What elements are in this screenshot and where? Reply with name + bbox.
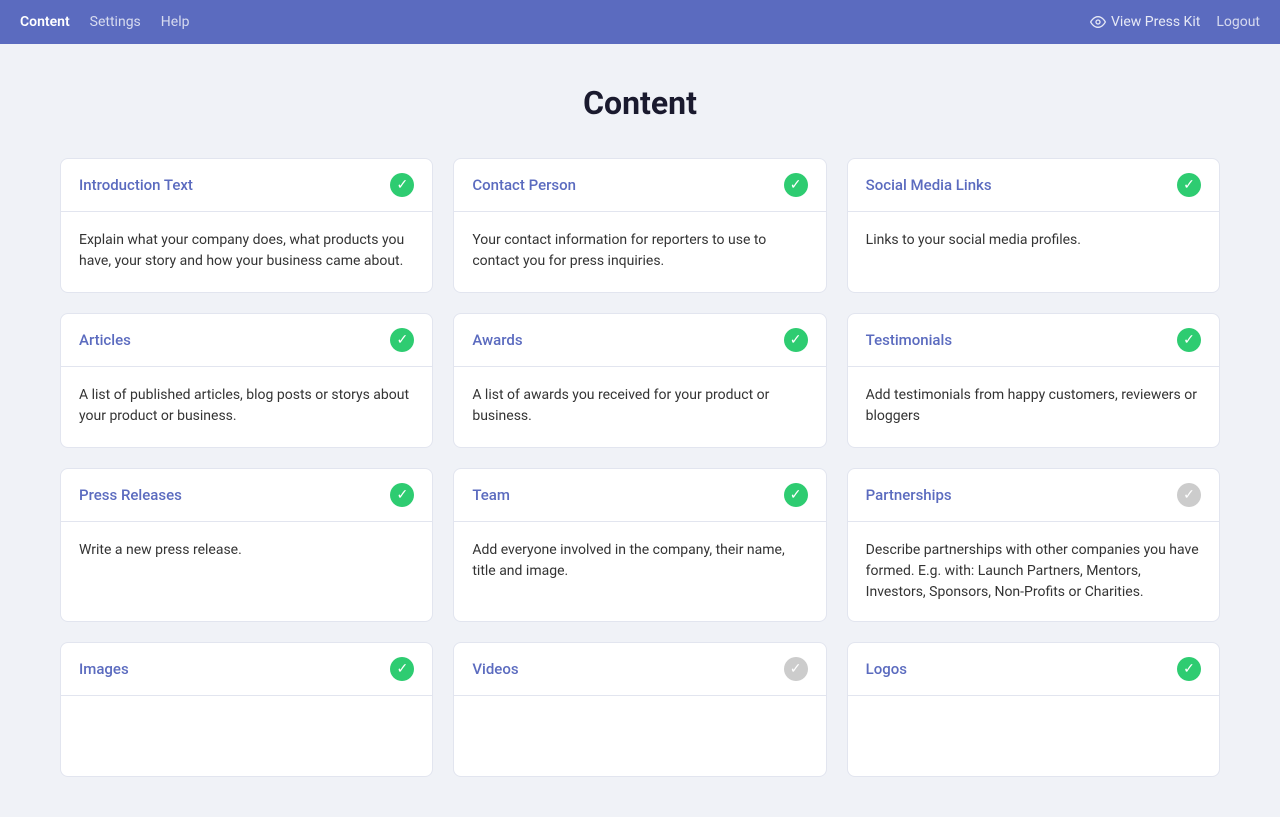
card-body-introduction-text: Explain what your company does, what pro… xyxy=(61,212,432,292)
card-images[interactable]: Images ✓ xyxy=(60,642,433,777)
status-icon-press-releases: ✓ xyxy=(390,483,414,507)
card-articles[interactable]: Articles ✓ A list of published articles,… xyxy=(60,313,433,448)
card-title-articles: Articles xyxy=(79,331,131,349)
card-header-press-releases: Press Releases ✓ xyxy=(61,469,432,522)
card-body-team: Add everyone involved in the company, th… xyxy=(454,522,825,602)
nav-left: Content Settings Help xyxy=(20,14,189,30)
card-title-partnerships: Partnerships xyxy=(866,486,952,504)
status-icon-videos: ✓ xyxy=(784,657,808,681)
view-press-kit-label: View Press Kit xyxy=(1111,14,1200,30)
status-icon-introduction-text: ✓ xyxy=(390,173,414,197)
status-icon-partnerships: ✓ xyxy=(1177,483,1201,507)
status-icon-awards: ✓ xyxy=(784,328,808,352)
status-icon-team: ✓ xyxy=(784,483,808,507)
card-title-videos: Videos xyxy=(472,660,518,678)
card-title-awards: Awards xyxy=(472,331,522,349)
card-logos[interactable]: Logos ✓ xyxy=(847,642,1220,777)
card-body-testimonials: Add testimonials from happy customers, r… xyxy=(848,367,1219,447)
card-contact-person[interactable]: Contact Person ✓ Your contact informatio… xyxy=(453,158,826,293)
card-title-team: Team xyxy=(472,486,510,504)
card-body-partnerships: Describe partnerships with other compani… xyxy=(848,522,1219,621)
card-header-awards: Awards ✓ xyxy=(454,314,825,367)
card-introduction-text[interactable]: Introduction Text ✓ Explain what your co… xyxy=(60,158,433,293)
content-grid: Introduction Text ✓ Explain what your co… xyxy=(60,158,1220,777)
card-body-awards: A list of awards you received for your p… xyxy=(454,367,825,447)
nav-logout[interactable]: Logout xyxy=(1216,14,1260,30)
card-title-testimonials: Testimonials xyxy=(866,331,952,349)
card-social-media-links[interactable]: Social Media Links ✓ Links to your socia… xyxy=(847,158,1220,293)
status-icon-articles: ✓ xyxy=(390,328,414,352)
card-body-logos xyxy=(848,696,1219,776)
card-header-partnerships: Partnerships ✓ xyxy=(848,469,1219,522)
navbar: Content Settings Help View Press Kit Log… xyxy=(0,0,1280,44)
card-body-videos xyxy=(454,696,825,776)
card-videos[interactable]: Videos ✓ xyxy=(453,642,826,777)
card-title-logos: Logos xyxy=(866,660,907,678)
status-icon-testimonials: ✓ xyxy=(1177,328,1201,352)
card-partnerships[interactable]: Partnerships ✓ Describe partnerships wit… xyxy=(847,468,1220,622)
card-header-team: Team ✓ xyxy=(454,469,825,522)
card-body-contact-person: Your contact information for reporters t… xyxy=(454,212,825,292)
main-content: Content Introduction Text ✓ Explain what… xyxy=(40,44,1240,817)
card-body-press-releases: Write a new press release. xyxy=(61,522,432,602)
card-header-contact-person: Contact Person ✓ xyxy=(454,159,825,212)
view-press-kit-button[interactable]: View Press Kit xyxy=(1090,14,1200,30)
status-icon-images: ✓ xyxy=(390,657,414,681)
eye-icon xyxy=(1090,14,1106,30)
nav-help[interactable]: Help xyxy=(161,14,190,30)
card-header-logos: Logos ✓ xyxy=(848,643,1219,696)
card-testimonials[interactable]: Testimonials ✓ Add testimonials from hap… xyxy=(847,313,1220,448)
nav-settings[interactable]: Settings xyxy=(90,14,141,30)
page-title: Content xyxy=(60,84,1220,122)
card-body-images xyxy=(61,696,432,776)
card-title-contact-person: Contact Person xyxy=(472,176,576,194)
card-awards[interactable]: Awards ✓ A list of awards you received f… xyxy=(453,313,826,448)
status-icon-contact-person: ✓ xyxy=(784,173,808,197)
card-title-images: Images xyxy=(79,660,129,678)
card-body-articles: A list of published articles, blog posts… xyxy=(61,367,432,447)
card-body-social-media-links: Links to your social media profiles. xyxy=(848,212,1219,292)
status-icon-social-media-links: ✓ xyxy=(1177,173,1201,197)
card-header-testimonials: Testimonials ✓ xyxy=(848,314,1219,367)
card-team[interactable]: Team ✓ Add everyone involved in the comp… xyxy=(453,468,826,622)
card-title-social-media-links: Social Media Links xyxy=(866,176,992,194)
card-header-images: Images ✓ xyxy=(61,643,432,696)
card-header-videos: Videos ✓ xyxy=(454,643,825,696)
status-icon-logos: ✓ xyxy=(1177,657,1201,681)
card-press-releases[interactable]: Press Releases ✓ Write a new press relea… xyxy=(60,468,433,622)
nav-content[interactable]: Content xyxy=(20,14,70,30)
nav-right: View Press Kit Logout xyxy=(1090,14,1260,30)
card-title-introduction-text: Introduction Text xyxy=(79,176,193,194)
card-header-social-media-links: Social Media Links ✓ xyxy=(848,159,1219,212)
card-title-press-releases: Press Releases xyxy=(79,486,182,504)
card-header-introduction-text: Introduction Text ✓ xyxy=(61,159,432,212)
card-header-articles: Articles ✓ xyxy=(61,314,432,367)
